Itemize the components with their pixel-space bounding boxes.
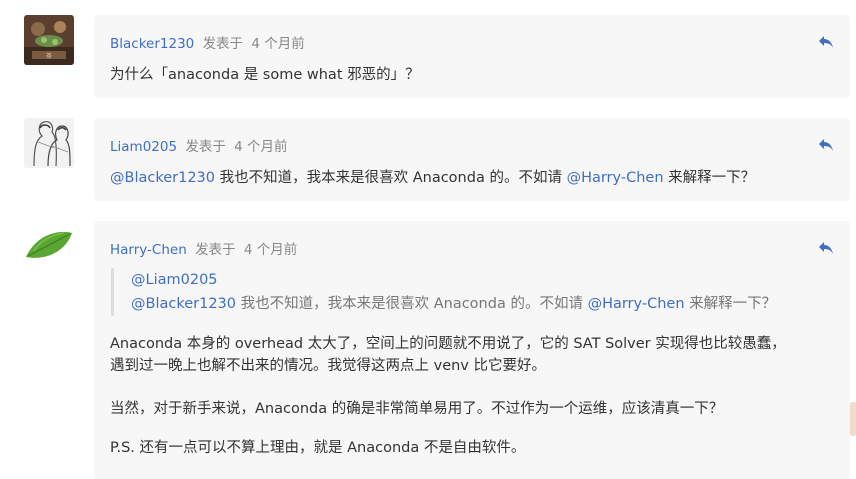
comment-text: @Blacker1230 我也不知道，我本来是很喜欢 Anaconda 的。不如…: [110, 167, 755, 189]
time-ago: 4 个月前: [251, 36, 305, 52]
comment-bubble: Liam0205 发表于 4 个月前 @Blacker1230 我也不知道，我本…: [94, 118, 850, 201]
scrollbar-thumb[interactable]: [850, 402, 856, 436]
text-segment: 来解释一下？: [684, 296, 777, 312]
avatar[interactable]: [24, 118, 74, 168]
comment-bubble: Harry-Chen 发表于 4 个月前 @Liam0205 @Blacker1…: [94, 221, 850, 479]
comment-meta: Liam0205 发表于 4 个月前: [110, 135, 288, 155]
avatar[interactable]: [24, 221, 74, 271]
mention-link[interactable]: @Blacker1230: [110, 170, 215, 186]
tea-table-photo-avatar: 茶: [24, 15, 74, 65]
posted-label: 发表于: [195, 242, 236, 258]
svg-text:茶: 茶: [46, 52, 52, 60]
comment-meta: Blacker1230 发表于 4 个月前: [110, 32, 305, 52]
paragraph-3: P.S. 还有一点可以不算上理由，就是 Anaconda 不是自由软件。: [110, 440, 526, 456]
paragraph-2: 当然，对于新手来说，Anaconda 的确是非常简单易用了。不过作为一个运维，应…: [110, 401, 724, 417]
quote-line-1: @Liam0205: [131, 268, 776, 292]
username-link[interactable]: Harry-Chen: [110, 242, 187, 258]
blockquote: @Liam0205 @Blacker1230 我也不知道，我本来是很喜欢 Ana…: [111, 268, 776, 316]
comment-meta: Harry-Chen 发表于 4 个月前: [110, 238, 297, 258]
mention-link[interactable]: @Liam0205: [131, 272, 218, 288]
time-ago: 4 个月前: [234, 139, 288, 155]
paragraph-1-line-1: Anaconda 本身的 overhead 太大了，空间上的问题就不用说了，它的…: [110, 336, 786, 352]
reply-icon[interactable]: [818, 34, 834, 48]
reply-icon[interactable]: [818, 137, 834, 151]
comment-2: Liam0205 发表于 4 个月前 @Blacker1230 我也不知道，我本…: [0, 118, 856, 201]
comment-text: 为什么「anaconda 是 some what 邪恶的」？: [110, 67, 420, 83]
text-segment: 来解释一下？: [663, 170, 756, 186]
comment-bubble: Blacker1230 发表于 4 个月前 为什么「anaconda 是 som…: [94, 15, 850, 98]
paragraph-1-line-2: 遇到过一晚上也解不出来的情况。我觉得这两点上 venv 比它要好。: [110, 358, 546, 374]
mention-link[interactable]: @Harry-Chen: [588, 296, 685, 312]
posted-label: 发表于: [202, 36, 244, 52]
comment-1: 茶 Blacker1230 发表于 4 个月前 为什么「anaconda 是 s…: [0, 15, 856, 98]
sketch-couple-avatar: [24, 118, 74, 168]
paragraph-1: Anaconda 本身的 overhead 太大了，空间上的问题就不用说了，它的…: [110, 333, 786, 377]
text-segment: 我也不知道，我本来是很喜欢 Anaconda 的。不如请: [215, 170, 567, 186]
username-link[interactable]: Blacker1230: [110, 36, 194, 52]
reply-icon[interactable]: [818, 240, 834, 254]
quote-line-2: @Blacker1230 我也不知道，我本来是很喜欢 Anaconda 的。不如…: [131, 292, 776, 316]
username-link[interactable]: Liam0205: [110, 139, 177, 155]
comment-3: Harry-Chen 发表于 4 个月前 @Liam0205 @Blacker1…: [0, 221, 856, 479]
mention-link[interactable]: @Harry-Chen: [567, 170, 664, 186]
posted-label: 发表于: [185, 139, 226, 155]
text-segment: 我也不知道，我本来是很喜欢 Anaconda 的。不如请: [236, 296, 588, 312]
avatar[interactable]: 茶: [24, 15, 74, 65]
green-leaf-avatar: [24, 221, 74, 271]
mention-link[interactable]: @Blacker1230: [131, 296, 236, 312]
time-ago: 4 个月前: [243, 242, 298, 258]
